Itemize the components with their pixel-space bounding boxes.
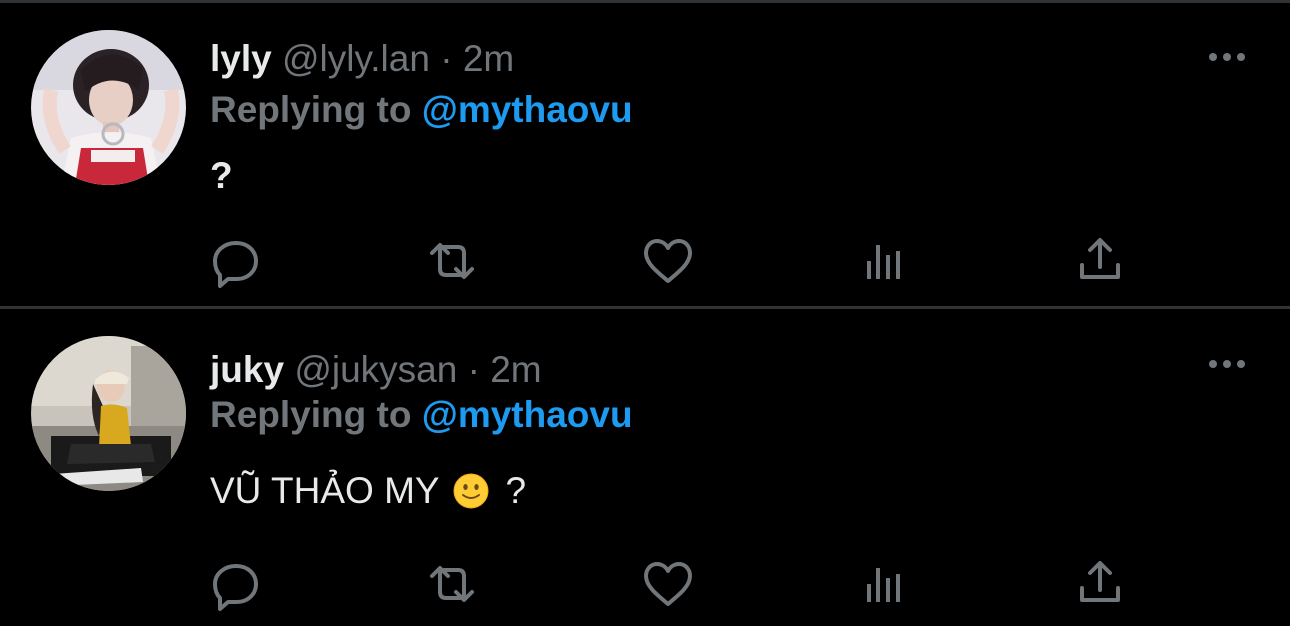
display-name[interactable]: juky [210, 349, 284, 390]
like-icon [644, 562, 692, 606]
retweet-button[interactable] [422, 231, 482, 291]
tweet-actions [0, 554, 1290, 614]
tweet-text: VŨ THẢO MY ? [210, 469, 526, 513]
timestamp[interactable]: 2m [463, 38, 514, 79]
avatar[interactable] [31, 336, 186, 491]
like-button[interactable] [638, 554, 698, 614]
replying-to-line: Replying to @mythaovu [210, 88, 633, 132]
tweet-header: lyly @lyly.lan · 2m [210, 37, 514, 81]
slightly-smiling-face-emoji [453, 473, 489, 509]
replying-to-label: Replying to [210, 394, 412, 435]
tweet-text: ? [210, 154, 233, 198]
share-button[interactable] [1070, 554, 1130, 614]
user-handle[interactable]: @jukysan [294, 349, 457, 390]
timeline: lyly @lyly.lan · 2m Replying to @mythaov… [0, 0, 1290, 626]
like-icon [644, 239, 692, 283]
avatar[interactable] [31, 30, 186, 185]
replying-to-line: Replying to @mythaovu [210, 393, 633, 437]
more-options-button[interactable] [1205, 45, 1249, 69]
separator-dot: · [467, 349, 480, 390]
user-handle[interactable]: @lyly.lan [282, 38, 430, 79]
replying-to-label: Replying to [210, 89, 412, 130]
tweet-header: juky @jukysan · 2m [210, 348, 542, 392]
tweet-actions [0, 231, 1290, 291]
smiley-icon [453, 473, 489, 509]
retweet-icon [430, 243, 474, 279]
views-button[interactable] [854, 231, 914, 291]
tweet[interactable]: juky @jukysan · 2m Replying to @mythaovu… [0, 311, 1290, 626]
replying-to-link[interactable]: @mythaovu [422, 394, 633, 435]
avatar-image [31, 30, 186, 185]
share-icon [1080, 561, 1120, 602]
display-name[interactable]: lyly [210, 38, 272, 79]
views-icon [867, 568, 900, 602]
views-icon [867, 245, 900, 279]
more-options-button[interactable] [1205, 352, 1249, 376]
reply-button[interactable] [206, 231, 266, 291]
tweet[interactable]: lyly @lyly.lan · 2m Replying to @mythaov… [0, 3, 1290, 306]
reply-icon [213, 241, 258, 288]
timestamp[interactable]: 2m [490, 349, 541, 390]
reply-button[interactable] [206, 554, 266, 614]
tweet-divider [0, 306, 1290, 309]
share-icon [1080, 238, 1120, 279]
tweet-text-suffix: ? [505, 470, 527, 511]
tweet-text-content: ? [210, 155, 233, 196]
more-icon [1209, 53, 1245, 61]
retweet-icon [430, 566, 474, 602]
like-button[interactable] [638, 231, 698, 291]
avatar-image [31, 336, 186, 491]
reply-icon [213, 564, 258, 611]
tweet-text-content: VŨ THẢO MY [210, 470, 439, 511]
retweet-button[interactable] [422, 554, 482, 614]
replying-to-link[interactable]: @mythaovu [422, 89, 633, 130]
share-button[interactable] [1070, 231, 1130, 291]
more-icon [1209, 360, 1245, 368]
separator-dot: · [440, 38, 453, 79]
views-button[interactable] [854, 554, 914, 614]
